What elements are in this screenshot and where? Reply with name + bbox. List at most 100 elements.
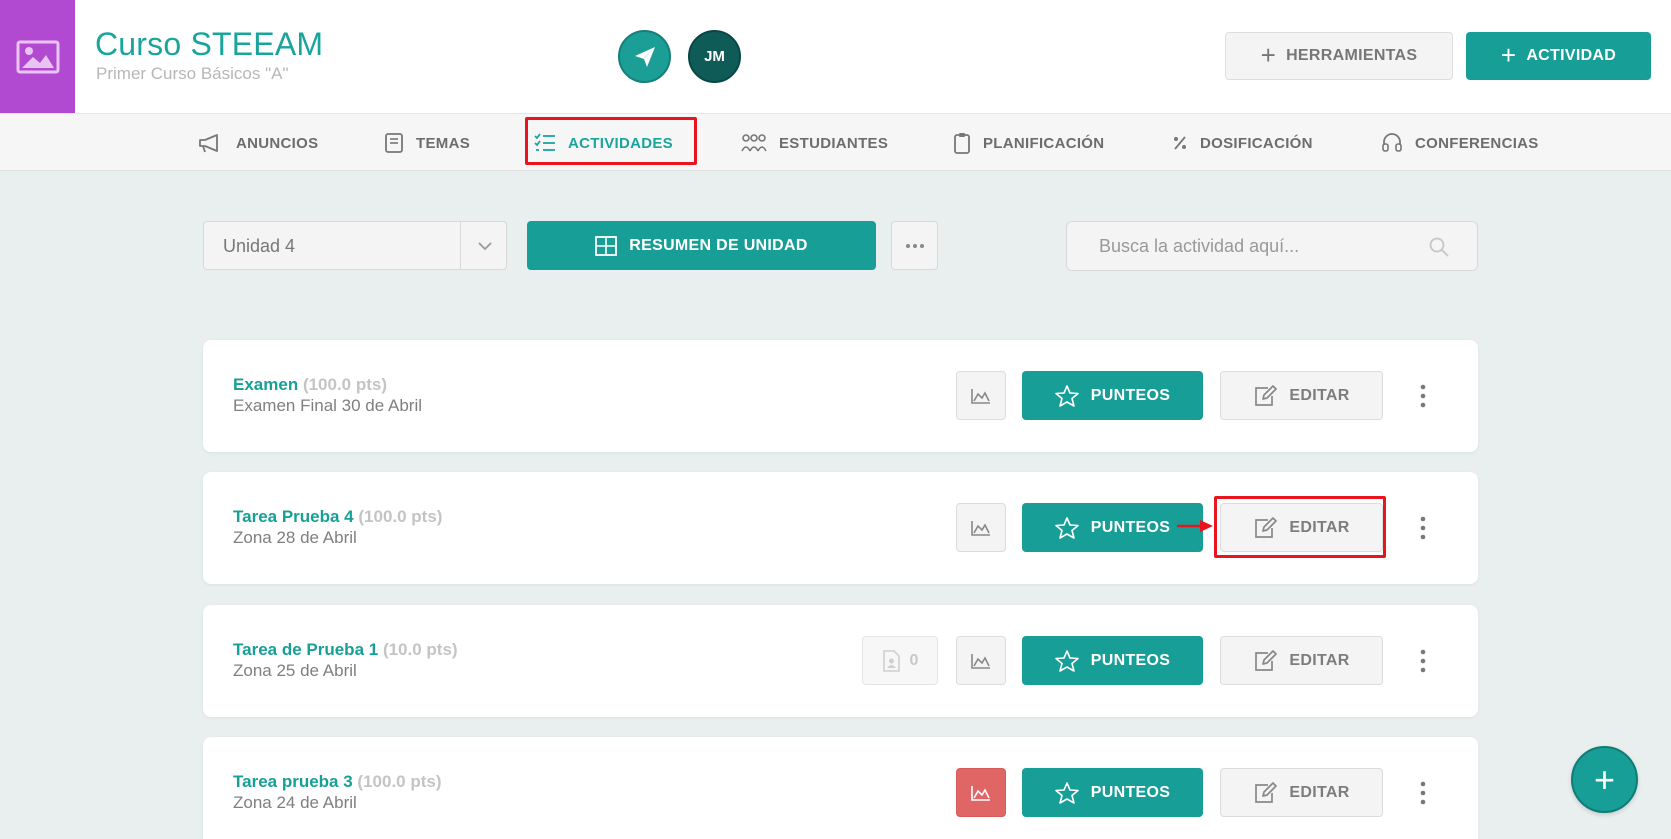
document-user-icon <box>882 649 900 672</box>
activity-points: (100.0 pts) <box>302 375 388 394</box>
search-input[interactable] <box>1099 222 1429 270</box>
area-chart-icon <box>971 653 990 669</box>
clipboard-icon <box>954 133 970 154</box>
more-options-button[interactable] <box>891 221 938 270</box>
grid-icon <box>595 235 618 256</box>
plus-icon: + <box>1500 39 1517 70</box>
activity-menu-button[interactable] <box>1411 510 1435 546</box>
tab-anuncios[interactable]: ANUNCIOS <box>198 114 318 172</box>
percent-icon <box>1174 136 1186 150</box>
area-chart-icon <box>971 388 990 404</box>
tab-estudiantes-label: ESTUDIANTES <box>779 134 889 152</box>
edit-button[interactable]: EDITAR <box>1220 371 1383 420</box>
tools-button[interactable]: + HERRAMIENTAS <box>1225 32 1453 80</box>
edit-icon <box>1255 384 1278 406</box>
scores-button-label: PUNTEOS <box>1090 518 1171 536</box>
activity-card: Tarea prueba 3 (100.0 pts) Zona 24 de Ab… <box>203 737 1478 839</box>
activity-subtitle: Zona 24 de Abril <box>233 793 357 812</box>
tab-conferencias[interactable]: CONFERENCIAS <box>1381 114 1539 172</box>
user-avatar[interactable]: JM <box>688 30 741 83</box>
headset-icon <box>1382 133 1402 152</box>
tab-planificacion[interactable]: PLANIFICACIÓN <box>953 114 1104 172</box>
ellipsis-icon <box>905 243 924 248</box>
unit-summary-label: RESUMEN DE UNIDAD <box>629 236 808 254</box>
stats-button[interactable] <box>956 768 1006 817</box>
paper-plane-icon <box>634 46 655 67</box>
activity-name[interactable]: Tarea Prueba 4 <box>233 507 354 526</box>
area-chart-icon <box>971 785 990 801</box>
tab-planificacion-label: PLANIFICACIÓN <box>983 134 1105 152</box>
activity-menu-button[interactable] <box>1411 775 1435 811</box>
course-image-placeholder[interactable] <box>0 0 75 113</box>
tab-anuncios-label: ANUNCIOS <box>236 134 319 152</box>
tab-dosificacion-label: DOSIFICACIÓN <box>1200 134 1313 152</box>
activity-name[interactable]: Examen <box>233 375 298 394</box>
tab-temas[interactable]: TEMAS <box>384 114 470 172</box>
tab-conferencias-label: CONFERENCIAS <box>1415 134 1539 152</box>
stats-button[interactable] <box>956 503 1006 552</box>
star-icon <box>1054 649 1079 672</box>
kebab-menu-icon <box>1420 516 1426 540</box>
scores-button-label: PUNTEOS <box>1090 651 1171 669</box>
activity-subtitle: Examen Final 30 de Abril <box>233 396 422 415</box>
search-icon[interactable] <box>1428 236 1450 258</box>
star-icon <box>1054 384 1079 407</box>
top-header: Curso STEEAM Primer Curso Básicos "A" JM… <box>0 0 1671 113</box>
edit-button[interactable]: EDITAR <box>1220 636 1383 685</box>
add-activity-button[interactable]: + ACTIVIDAD <box>1466 32 1651 80</box>
kebab-menu-icon <box>1420 649 1426 673</box>
submissions-count: 0 <box>909 651 919 669</box>
activity-card: Examen (100.0 pts) Examen Final 30 de Ab… <box>203 340 1478 452</box>
activity-name[interactable]: Tarea de Prueba 1 <box>233 640 378 659</box>
course-title: Curso STEEAM <box>95 26 324 62</box>
scores-button[interactable]: PUNTEOS <box>1022 636 1203 685</box>
submissions-button[interactable]: 0 <box>862 636 938 685</box>
floating-add-button[interactable]: + <box>1571 746 1638 813</box>
stats-button[interactable] <box>956 636 1006 685</box>
activity-search <box>1066 221 1478 271</box>
edit-button-label: EDITAR <box>1289 386 1350 404</box>
highlight-box-actividades <box>525 117 697 165</box>
course-subtitle: Primer Curso Básicos "A" <box>96 64 289 83</box>
add-activity-label: ACTIVIDAD <box>1526 47 1617 64</box>
scores-button-label: PUNTEOS <box>1090 783 1171 801</box>
activity-menu-button[interactable] <box>1411 643 1435 679</box>
activity-points: (100.0 pts) <box>357 772 442 791</box>
edit-icon <box>1255 649 1278 671</box>
edit-button[interactable]: EDITAR <box>1220 768 1383 817</box>
activity-points: (10.0 pts) <box>382 640 458 659</box>
send-message-button[interactable] <box>618 30 671 83</box>
area-chart-icon <box>971 520 990 536</box>
plus-icon: + <box>1260 39 1277 70</box>
kebab-menu-icon <box>1420 781 1426 805</box>
unit-summary-button[interactable]: RESUMEN DE UNIDAD <box>527 221 876 270</box>
scores-button-label: PUNTEOS <box>1090 386 1171 404</box>
kebab-menu-icon <box>1420 384 1426 408</box>
tab-dosificacion[interactable]: DOSIFICACIÓN <box>1172 114 1313 172</box>
unit-select-divider <box>460 222 461 269</box>
course-nav: ANUNCIOS TEMAS ACTIVIDADES ESTUDIANTES P… <box>0 113 1671 171</box>
activity-points: (100.0 pts) <box>358 507 443 526</box>
activity-name[interactable]: Tarea prueba 3 <box>233 772 353 791</box>
tab-estudiantes[interactable]: ESTUDIANTES <box>741 114 888 172</box>
students-icon <box>741 134 767 152</box>
image-icon <box>16 40 59 73</box>
edit-button-label: EDITAR <box>1289 651 1350 669</box>
star-icon <box>1054 516 1079 539</box>
tab-temas-label: TEMAS <box>416 134 470 152</box>
activity-subtitle: Zona 25 de Abril <box>233 661 357 680</box>
highlight-box-editar <box>1214 496 1386 558</box>
megaphone-icon <box>199 134 218 153</box>
activity-subtitle: Zona 28 de Abril <box>233 528 357 547</box>
tools-button-label: HERRAMIENTAS <box>1286 47 1418 64</box>
activity-card: Tarea de Prueba 1 (10.0 pts) Zona 25 de … <box>203 605 1478 717</box>
book-icon <box>385 133 403 153</box>
scores-button[interactable]: PUNTEOS <box>1022 371 1203 420</box>
arrow-right-icon <box>1177 520 1213 532</box>
unit-select[interactable]: Unidad 4 <box>203 221 507 270</box>
scores-button[interactable]: PUNTEOS <box>1022 768 1203 817</box>
unit-select-value: Unidad 4 <box>223 236 296 256</box>
star-icon <box>1054 781 1079 804</box>
activity-menu-button[interactable] <box>1411 378 1435 414</box>
stats-button[interactable] <box>956 371 1006 420</box>
